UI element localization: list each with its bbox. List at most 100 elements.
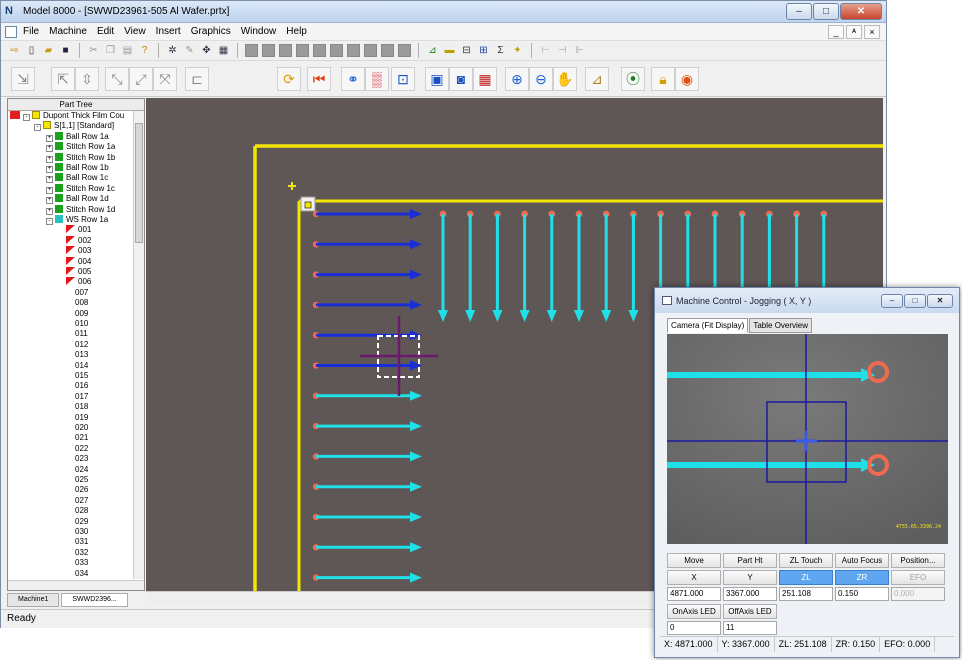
tree-item-wire[interactable]: 009 [75, 309, 88, 319]
node-branch-icon[interactable]: ⤧ [153, 67, 177, 91]
tab-machine1[interactable]: Machine1 [7, 593, 60, 607]
dialog-close-button[interactable]: ✕ [927, 294, 953, 308]
part-tree-horizontal-scrollbar[interactable] [8, 580, 144, 590]
tree-item-wire[interactable]: 017 [75, 392, 88, 402]
menu-window[interactable]: Window [241, 26, 277, 37]
hatch-icon[interactable]: ▒ [365, 67, 389, 91]
tree-item-row[interactable]: + Ball Row 1c [46, 173, 108, 184]
on-axis-led-field[interactable]: 0 [667, 621, 721, 635]
network-icon[interactable]: ⚭ [341, 67, 365, 91]
wire-arrowhead[interactable] [438, 310, 448, 322]
tree-item-wire[interactable]: 021 [75, 433, 88, 443]
expand-icon[interactable]: + [46, 145, 53, 153]
block-icon[interactable] [364, 44, 377, 57]
maximize-button[interactable]: □ [813, 3, 839, 20]
wire-arrowhead[interactable] [546, 310, 557, 322]
wire-arrowhead[interactable] [410, 542, 422, 553]
expand-icon[interactable]: + [46, 134, 53, 142]
axis-efo-button[interactable]: EFO [891, 570, 945, 585]
tree-item-wire[interactable]: 003 [66, 246, 91, 256]
menu-file[interactable]: File [23, 26, 39, 37]
save-icon[interactable]: ■ [58, 43, 73, 58]
tree-item-wire[interactable]: 030 [75, 527, 88, 537]
block-icon[interactable] [296, 44, 309, 57]
tree-item-wire[interactable]: 002 [66, 235, 91, 246]
tab-part-document[interactable]: SWWD2396... [61, 593, 128, 607]
efo-value-field[interactable]: 0.000 [891, 587, 945, 601]
dialog-minimize-button[interactable]: – [881, 294, 903, 308]
align-icon[interactable]: ⊏ [185, 67, 209, 91]
zl-touch-button[interactable]: ZL Touch [779, 553, 833, 568]
view-a-icon[interactable]: ▣ [425, 67, 449, 91]
tree-item-site[interactable]: - S[1,1] [Standard] [34, 121, 114, 132]
collapse-icon[interactable]: - [34, 124, 41, 132]
wire-arrowhead[interactable] [410, 239, 422, 250]
tree-item-wire[interactable]: 031 [75, 537, 88, 547]
tree-item-row[interactable]: + Stitch Row 1c [46, 183, 115, 194]
tree-item-wire[interactable]: 022 [75, 444, 88, 454]
move-button[interactable]: Move [667, 553, 721, 568]
wire-arrowhead[interactable] [410, 421, 422, 432]
y-value-field[interactable]: 3367.000 [723, 587, 777, 601]
expand-icon[interactable]: + [46, 186, 53, 194]
node-connect-icon[interactable]: ⇱ [51, 67, 75, 91]
tree-item-wire[interactable]: 011 [75, 329, 88, 339]
dialog-maximize-button[interactable]: □ [904, 294, 926, 308]
tree-item-wire[interactable]: 012 [75, 340, 88, 350]
document-icon[interactable] [5, 26, 17, 38]
align-right-icon[interactable]: ⊩ [572, 43, 587, 58]
tree-item-wire[interactable]: 010 [75, 319, 88, 329]
menu-machine[interactable]: Machine [49, 26, 87, 37]
gear-icon[interactable]: ✲ [165, 43, 180, 58]
pencil-icon[interactable]: ✎ [182, 43, 197, 58]
tree-item-row[interactable]: + Stitch Row 1b [46, 152, 115, 163]
tree-item-wire[interactable]: 018 [75, 402, 88, 412]
zr-value-field[interactable]: 0.150 [835, 587, 889, 601]
block-icon[interactable] [245, 44, 258, 57]
tree-item-wire[interactable]: 013 [75, 350, 88, 360]
refresh-icon[interactable]: ⟳ [277, 67, 301, 91]
wire-arrowhead[interactable] [519, 310, 530, 322]
traffic-light-icon[interactable]: ⦿ [621, 67, 645, 91]
wand-icon[interactable]: ✦ [510, 43, 525, 58]
wire-arrowhead[interactable] [410, 451, 422, 462]
zoom-in-icon[interactable]: ⊕ [505, 67, 529, 91]
hand-pan-icon[interactable]: ✋ [553, 67, 577, 91]
new-file-icon[interactable]: ▯ [24, 43, 39, 58]
mdi-close-button[interactable]: × [864, 25, 880, 39]
collapse-icon[interactable]: - [23, 114, 30, 121]
mdi-minimize-button[interactable]: _ [828, 25, 844, 39]
part-height-button[interactable]: Part Ht [723, 553, 777, 568]
tree-item-wire[interactable]: 020 [75, 423, 88, 433]
first-icon[interactable]: ⏮ [307, 67, 331, 91]
tree-item-row[interactable]: - WS Row 1a [46, 215, 108, 225]
tree-item-wire[interactable]: 014 [75, 361, 88, 371]
auto-focus-button[interactable]: Auto Focus [835, 553, 889, 568]
scroll-thumb[interactable] [135, 123, 143, 243]
open-folder-icon[interactable]: ▰ [41, 43, 56, 58]
menu-view[interactable]: View [124, 26, 146, 37]
wire-arrowhead[interactable] [628, 310, 639, 322]
chart-icon[interactable]: ⊿ [425, 43, 440, 58]
tree-item-wire[interactable]: 004 [66, 256, 91, 267]
wire-arrowhead[interactable] [410, 360, 422, 371]
close-button[interactable]: ✕ [840, 3, 882, 20]
block-icon[interactable] [398, 44, 411, 57]
x-value-field[interactable]: 4871.000 [667, 587, 721, 601]
sigma-icon[interactable]: Σ [493, 43, 508, 58]
menu-graphics[interactable]: Graphics [191, 26, 231, 37]
arrow-right-icon[interactable]: ⇨ [7, 43, 22, 58]
expand-icon[interactable]: + [46, 207, 53, 215]
expand-icon[interactable]: + [46, 176, 53, 184]
axis-x-button[interactable]: X [667, 570, 721, 585]
block-icon[interactable] [347, 44, 360, 57]
tree-item-wire[interactable]: 024 [75, 465, 88, 475]
wire-arrowhead[interactable] [410, 209, 422, 219]
wire-arrowhead[interactable] [410, 269, 422, 280]
layers-icon[interactable]: ⊟ [459, 43, 474, 58]
expand-icon[interactable]: + [46, 155, 53, 163]
tree-item-wire[interactable]: 015 [75, 371, 88, 381]
on-axis-led-button[interactable]: OnAxis LED [667, 604, 721, 619]
node-icon[interactable]: ⇲ [11, 67, 35, 91]
lock-icon[interactable]: 🔒︎ [651, 67, 675, 91]
